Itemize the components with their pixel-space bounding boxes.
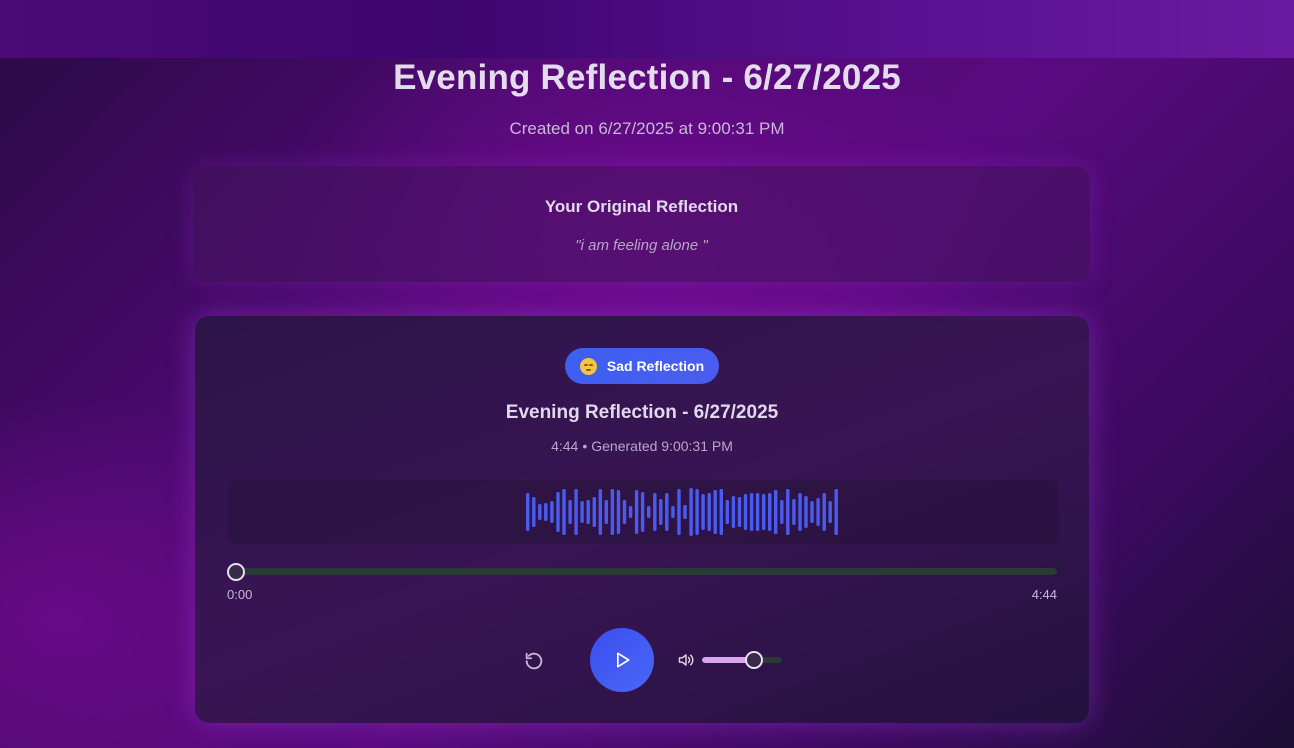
waveform-bar [774, 490, 778, 534]
waveform-bar [592, 497, 596, 527]
waveform-bar [689, 488, 693, 536]
waveform-bar [834, 489, 838, 535]
waveform-bar [532, 497, 536, 527]
waveform-bar [725, 500, 729, 524]
waveform-bar [580, 501, 584, 523]
waveform-bar [628, 506, 633, 518]
waveform-bar [828, 501, 832, 523]
waveform-bar [574, 489, 578, 535]
waveform-bar [562, 489, 566, 535]
waveform-bar [719, 489, 723, 535]
waveform-bar [768, 493, 772, 531]
waveform-bar [538, 504, 542, 520]
track-meta: 4:44 • Generated 9:00:31 PM [195, 438, 1089, 454]
waveform-bar [755, 493, 760, 531]
waveform-bar [622, 500, 627, 524]
track-title: Evening Reflection - 6/27/2025 [505, 402, 779, 423]
waveform-bar [701, 494, 705, 530]
waveform-bar [743, 494, 748, 530]
waveform-bar [695, 489, 699, 535]
waveform-bar [677, 489, 681, 535]
waveform-bar [762, 494, 766, 530]
top-bar [0, 0, 1294, 58]
waveform-bar [640, 492, 645, 532]
waveform-bar [683, 505, 687, 519]
waveform-svg [526, 488, 838, 536]
volume-button[interactable] [677, 652, 695, 673]
waveform-bar [665, 493, 669, 531]
waveform-bar [810, 501, 814, 523]
waveform-bar [604, 500, 608, 524]
sad-face-icon [579, 357, 597, 375]
waveform-bar [610, 489, 615, 535]
waveform-bar [544, 503, 548, 521]
waveform-bar [822, 493, 826, 531]
waveform-bar [653, 493, 657, 531]
waveform-bar [556, 492, 560, 532]
mood-badge-label: Sad Reflection [606, 358, 705, 374]
created-timestamp: Created on 6/27/2025 at 9:00:31 PM [509, 119, 785, 138]
play-icon [617, 652, 630, 668]
waveform-bar [707, 493, 711, 531]
waveform-bar [550, 501, 554, 523]
seek-thumb[interactable] [227, 563, 245, 581]
mood-badge: Sad Reflection [565, 348, 719, 384]
volume-slider[interactable] [702, 657, 782, 663]
waveform-bar [647, 506, 651, 518]
original-reflection-text: "i am feeling alone " [575, 237, 708, 254]
waveform-bar [798, 493, 802, 531]
original-reflection-title: Your Original Reflection [544, 197, 739, 216]
waveform-bar [671, 506, 675, 518]
waveform-visualizer [228, 480, 1059, 544]
waveform-bar [526, 493, 530, 531]
waveform-bar [780, 500, 784, 524]
waveform-bar [586, 500, 590, 524]
current-time: 0:00 [227, 587, 253, 602]
waveform-bar [598, 489, 602, 535]
waveform-bar [713, 490, 717, 534]
volume-icon [678, 654, 694, 666]
restart-button[interactable] [523, 650, 545, 672]
waveform-bar [792, 499, 796, 525]
waveform-bar [804, 496, 808, 528]
total-time: 4:44 [1031, 587, 1057, 602]
track-generated: Generated 9:00:31 PM [591, 438, 733, 454]
waveform-bar [616, 490, 621, 534]
audio-player-card: Sad Reflection Evening Reflection - 6/27… [195, 316, 1089, 723]
volume-thumb[interactable] [745, 651, 763, 669]
restart-icon [525, 652, 543, 670]
waveform-bar [731, 496, 736, 528]
waveform-bar [737, 497, 742, 527]
waveform-bar [816, 498, 820, 526]
waveform-bar [634, 490, 639, 534]
seek-bar[interactable] [228, 568, 1057, 575]
page-title: Evening Reflection - 6/27/2025 [393, 58, 901, 97]
waveform-bar [749, 493, 754, 531]
waveform-bar [568, 500, 572, 524]
play-button[interactable] [590, 628, 654, 692]
waveform-bar [659, 499, 663, 525]
waveform-bar [786, 489, 790, 535]
meta-separator: • [582, 438, 588, 454]
track-duration: 4:44 [551, 438, 579, 454]
original-reflection-card: Your Original Reflection "i am feeling a… [193, 166, 1090, 282]
